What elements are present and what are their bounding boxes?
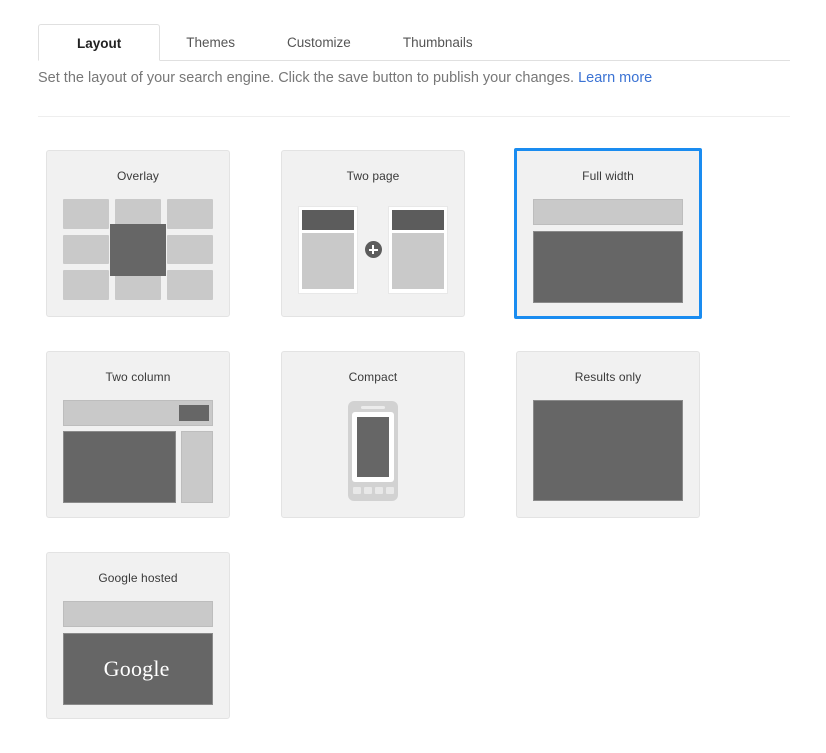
- layout-option-grid: Overlay Two page Full width Two column C…: [46, 148, 766, 753]
- layout-card-compact[interactable]: Compact: [281, 351, 465, 518]
- two-page-panel-header: [392, 209, 444, 230]
- overlay-thumbnail: [63, 199, 213, 300]
- two-page-left-panel: [298, 205, 358, 294]
- two-column-thumbnail: [63, 400, 213, 503]
- two-column-side-block: [181, 431, 213, 503]
- layout-card-title: Overlay: [116, 169, 160, 183]
- learn-more-link[interactable]: Learn more: [578, 70, 652, 86]
- full-width-main-block: [533, 231, 683, 303]
- tab-layout[interactable]: Layout: [38, 24, 161, 61]
- compact-phone-wrap: [298, 400, 448, 501]
- google-hosted-main-block: Google­: [63, 633, 213, 705]
- tab-bar: Layout Themes Customize Thumbnails: [38, 22, 790, 61]
- layout-card-google-hosted[interactable]: Google hosted Google­: [46, 552, 230, 719]
- overlay-center-block: [110, 223, 166, 276]
- two-column-lower: [63, 431, 213, 503]
- full-width-thumbnail: [533, 199, 683, 303]
- two-page-panel-body: [302, 232, 354, 289]
- phone-key: [352, 486, 361, 494]
- layout-row-3: Google hosted Google­: [46, 552, 766, 719]
- tab-thumbnails[interactable]: Thumbnails: [377, 24, 499, 61]
- phone-key: [374, 486, 383, 494]
- results-only-main-block: [533, 400, 683, 501]
- layout-row-1: Overlay Two page Full width: [46, 148, 766, 319]
- two-column-main-block: [63, 431, 176, 503]
- phone-bezel: [352, 411, 394, 482]
- overlay-cell: [167, 199, 213, 229]
- overlay-cell: [167, 270, 213, 300]
- google-logo: Google­: [104, 656, 173, 682]
- phone-key-row: [352, 486, 394, 494]
- two-page-thumbnail: [298, 199, 448, 300]
- layout-slot-results-only: Results only: [516, 351, 700, 518]
- layout-row-2: Two column Compact Results only: [46, 351, 766, 518]
- results-only-thumbnail: [533, 400, 683, 501]
- layout-card-overlay[interactable]: Overlay: [46, 150, 230, 317]
- google-hosted-thumbnail: Google­: [63, 601, 213, 705]
- overlay-cell: [63, 234, 109, 265]
- overlay-cell: [167, 234, 213, 265]
- layout-card-two-page[interactable]: Two page: [281, 150, 465, 317]
- full-width-top-bar: [533, 199, 683, 225]
- layout-slot-two-column: Two column: [46, 351, 230, 518]
- phone-screen: [357, 416, 389, 477]
- google-hosted-top-bar: [63, 601, 213, 627]
- layout-card-title: Two column: [105, 370, 171, 384]
- layout-card-results-only[interactable]: Results only: [516, 351, 700, 518]
- two-page-right-panel: [388, 205, 448, 294]
- layout-card-title: Two page: [346, 169, 400, 183]
- two-column-top-bar: [63, 400, 213, 426]
- layout-card-two-column[interactable]: Two column: [46, 351, 230, 518]
- layout-slot-google-hosted: Google hosted Google­: [46, 552, 230, 719]
- layout-card-full-width[interactable]: Full width: [514, 148, 702, 319]
- two-page-panel-header: [302, 209, 354, 230]
- two-column-bar-button: [179, 405, 209, 421]
- mobile-phone-icon: [348, 400, 398, 501]
- tab-themes[interactable]: Themes: [160, 24, 261, 61]
- layout-slot-compact: Compact: [281, 351, 465, 518]
- layout-card-title: Google hosted: [98, 571, 178, 585]
- phone-speaker: [361, 405, 385, 409]
- compact-thumbnail: [298, 400, 448, 501]
- plus-circle-icon: [364, 241, 382, 258]
- layout-card-title: Full width: [582, 169, 634, 183]
- layout-card-title: Results only: [574, 370, 642, 384]
- overlay-cell: [63, 199, 109, 229]
- page-description: Set the layout of your search engine. Cl…: [38, 70, 798, 86]
- google-logo-text: Google: [103, 656, 170, 681]
- section-divider: [38, 116, 790, 117]
- layout-slot-full-width: Full width: [514, 148, 702, 319]
- tab-customize[interactable]: Customize: [261, 24, 377, 61]
- phone-key: [385, 486, 394, 494]
- description-text: Set the layout of your search engine. Cl…: [38, 70, 575, 86]
- two-page-panel-body: [392, 232, 444, 289]
- two-page-panels: [298, 199, 448, 300]
- overlay-cell: [63, 270, 109, 300]
- layout-slot-two-page: Two page: [281, 150, 465, 317]
- phone-key: [363, 486, 372, 494]
- layout-card-title: Compact: [348, 370, 398, 384]
- layout-slot-overlay: Overlay: [46, 150, 230, 317]
